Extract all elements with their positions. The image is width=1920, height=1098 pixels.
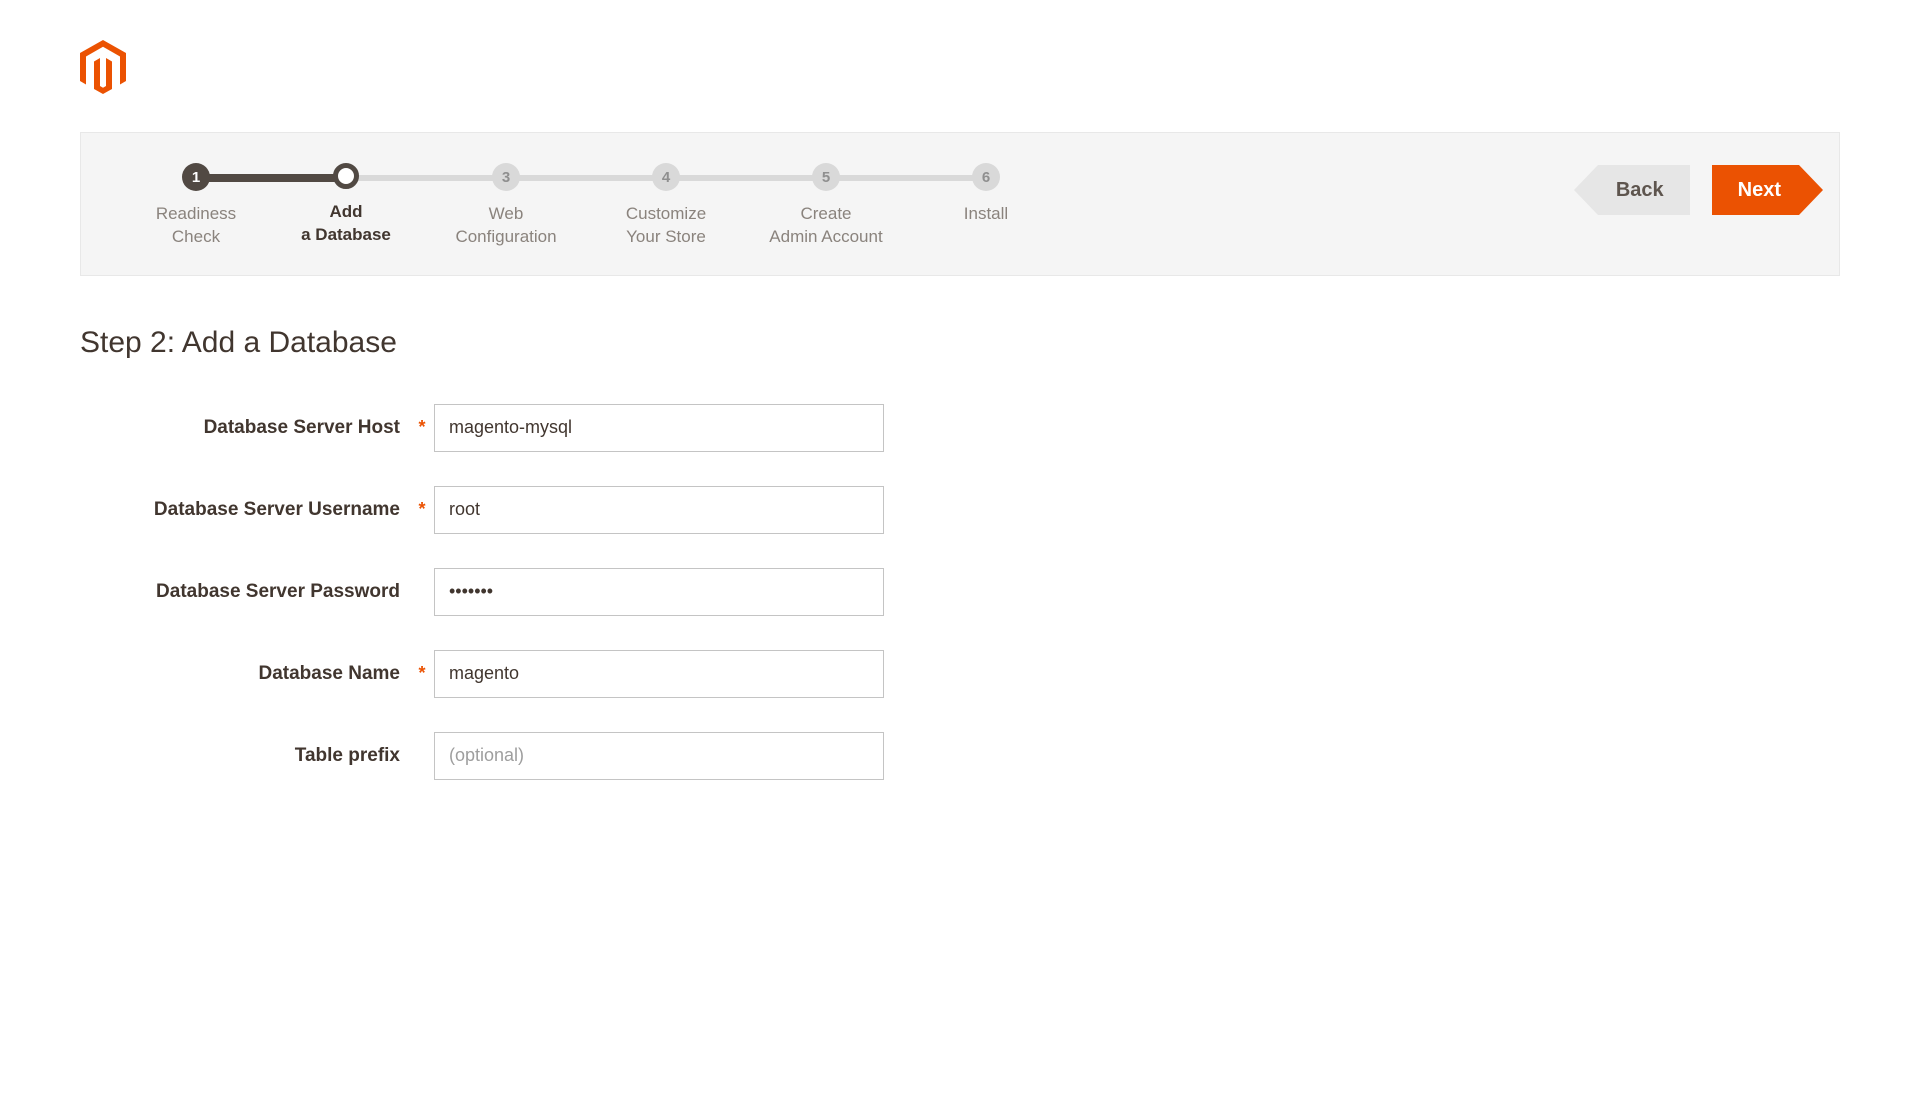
magento-logo — [80, 40, 1840, 94]
step-connector — [196, 174, 346, 182]
field-row-dbname: Database Name * — [80, 650, 1840, 698]
label-table-prefix: Table prefix — [80, 745, 410, 767]
wizard-step-install[interactable]: 6 Install — [911, 163, 1061, 226]
db-username-input[interactable] — [434, 486, 884, 534]
step-label: Customize Your Store — [591, 203, 741, 249]
step-label: Web Configuration — [421, 203, 591, 249]
progress-panel: 1 Readiness Check Add a Database 3 Web C… — [80, 132, 1840, 276]
label-db-host: Database Server Host — [80, 417, 410, 439]
field-row-host: Database Server Host * — [80, 404, 1840, 452]
next-button[interactable]: Next — [1712, 165, 1799, 215]
required-indicator: * — [410, 417, 434, 438]
page-title: Step 2: Add a Database — [80, 326, 1840, 360]
step-connector — [816, 175, 976, 181]
wizard-nav-buttons: Back Next — [1598, 163, 1799, 215]
required-indicator: * — [410, 663, 434, 684]
step-number-badge: 3 — [492, 163, 520, 191]
database-form: Database Server Host * Database Server U… — [80, 404, 1840, 780]
step-number-badge: 4 — [652, 163, 680, 191]
field-row-password: Database Server Password — [80, 568, 1840, 616]
step-connector — [506, 175, 656, 181]
step-number-badge — [333, 163, 359, 189]
step-connector — [656, 175, 816, 181]
label-db-name: Database Name — [80, 663, 410, 685]
step-label: Create Admin Account — [741, 203, 911, 249]
step-number-badge: 6 — [972, 163, 1000, 191]
label-db-username: Database Server Username — [80, 499, 410, 521]
step-number-badge: 5 — [812, 163, 840, 191]
table-prefix-input[interactable] — [434, 732, 884, 780]
step-label: Install — [911, 203, 1061, 226]
field-row-prefix: Table prefix — [80, 732, 1840, 780]
step-connector — [346, 175, 506, 181]
back-button[interactable]: Back — [1598, 165, 1690, 215]
step-label: Readiness Check — [121, 203, 271, 249]
field-row-username: Database Server Username * — [80, 486, 1840, 534]
db-name-input[interactable] — [434, 650, 884, 698]
label-db-password: Database Server Password — [80, 581, 410, 603]
step-label: Add a Database — [271, 201, 421, 247]
db-host-input[interactable] — [434, 404, 884, 452]
wizard-steps: 1 Readiness Check Add a Database 3 Web C… — [121, 163, 1061, 249]
magento-logo-icon — [80, 40, 126, 94]
step-number-badge: 1 — [182, 163, 210, 191]
db-password-input[interactable] — [434, 568, 884, 616]
required-indicator: * — [410, 499, 434, 520]
